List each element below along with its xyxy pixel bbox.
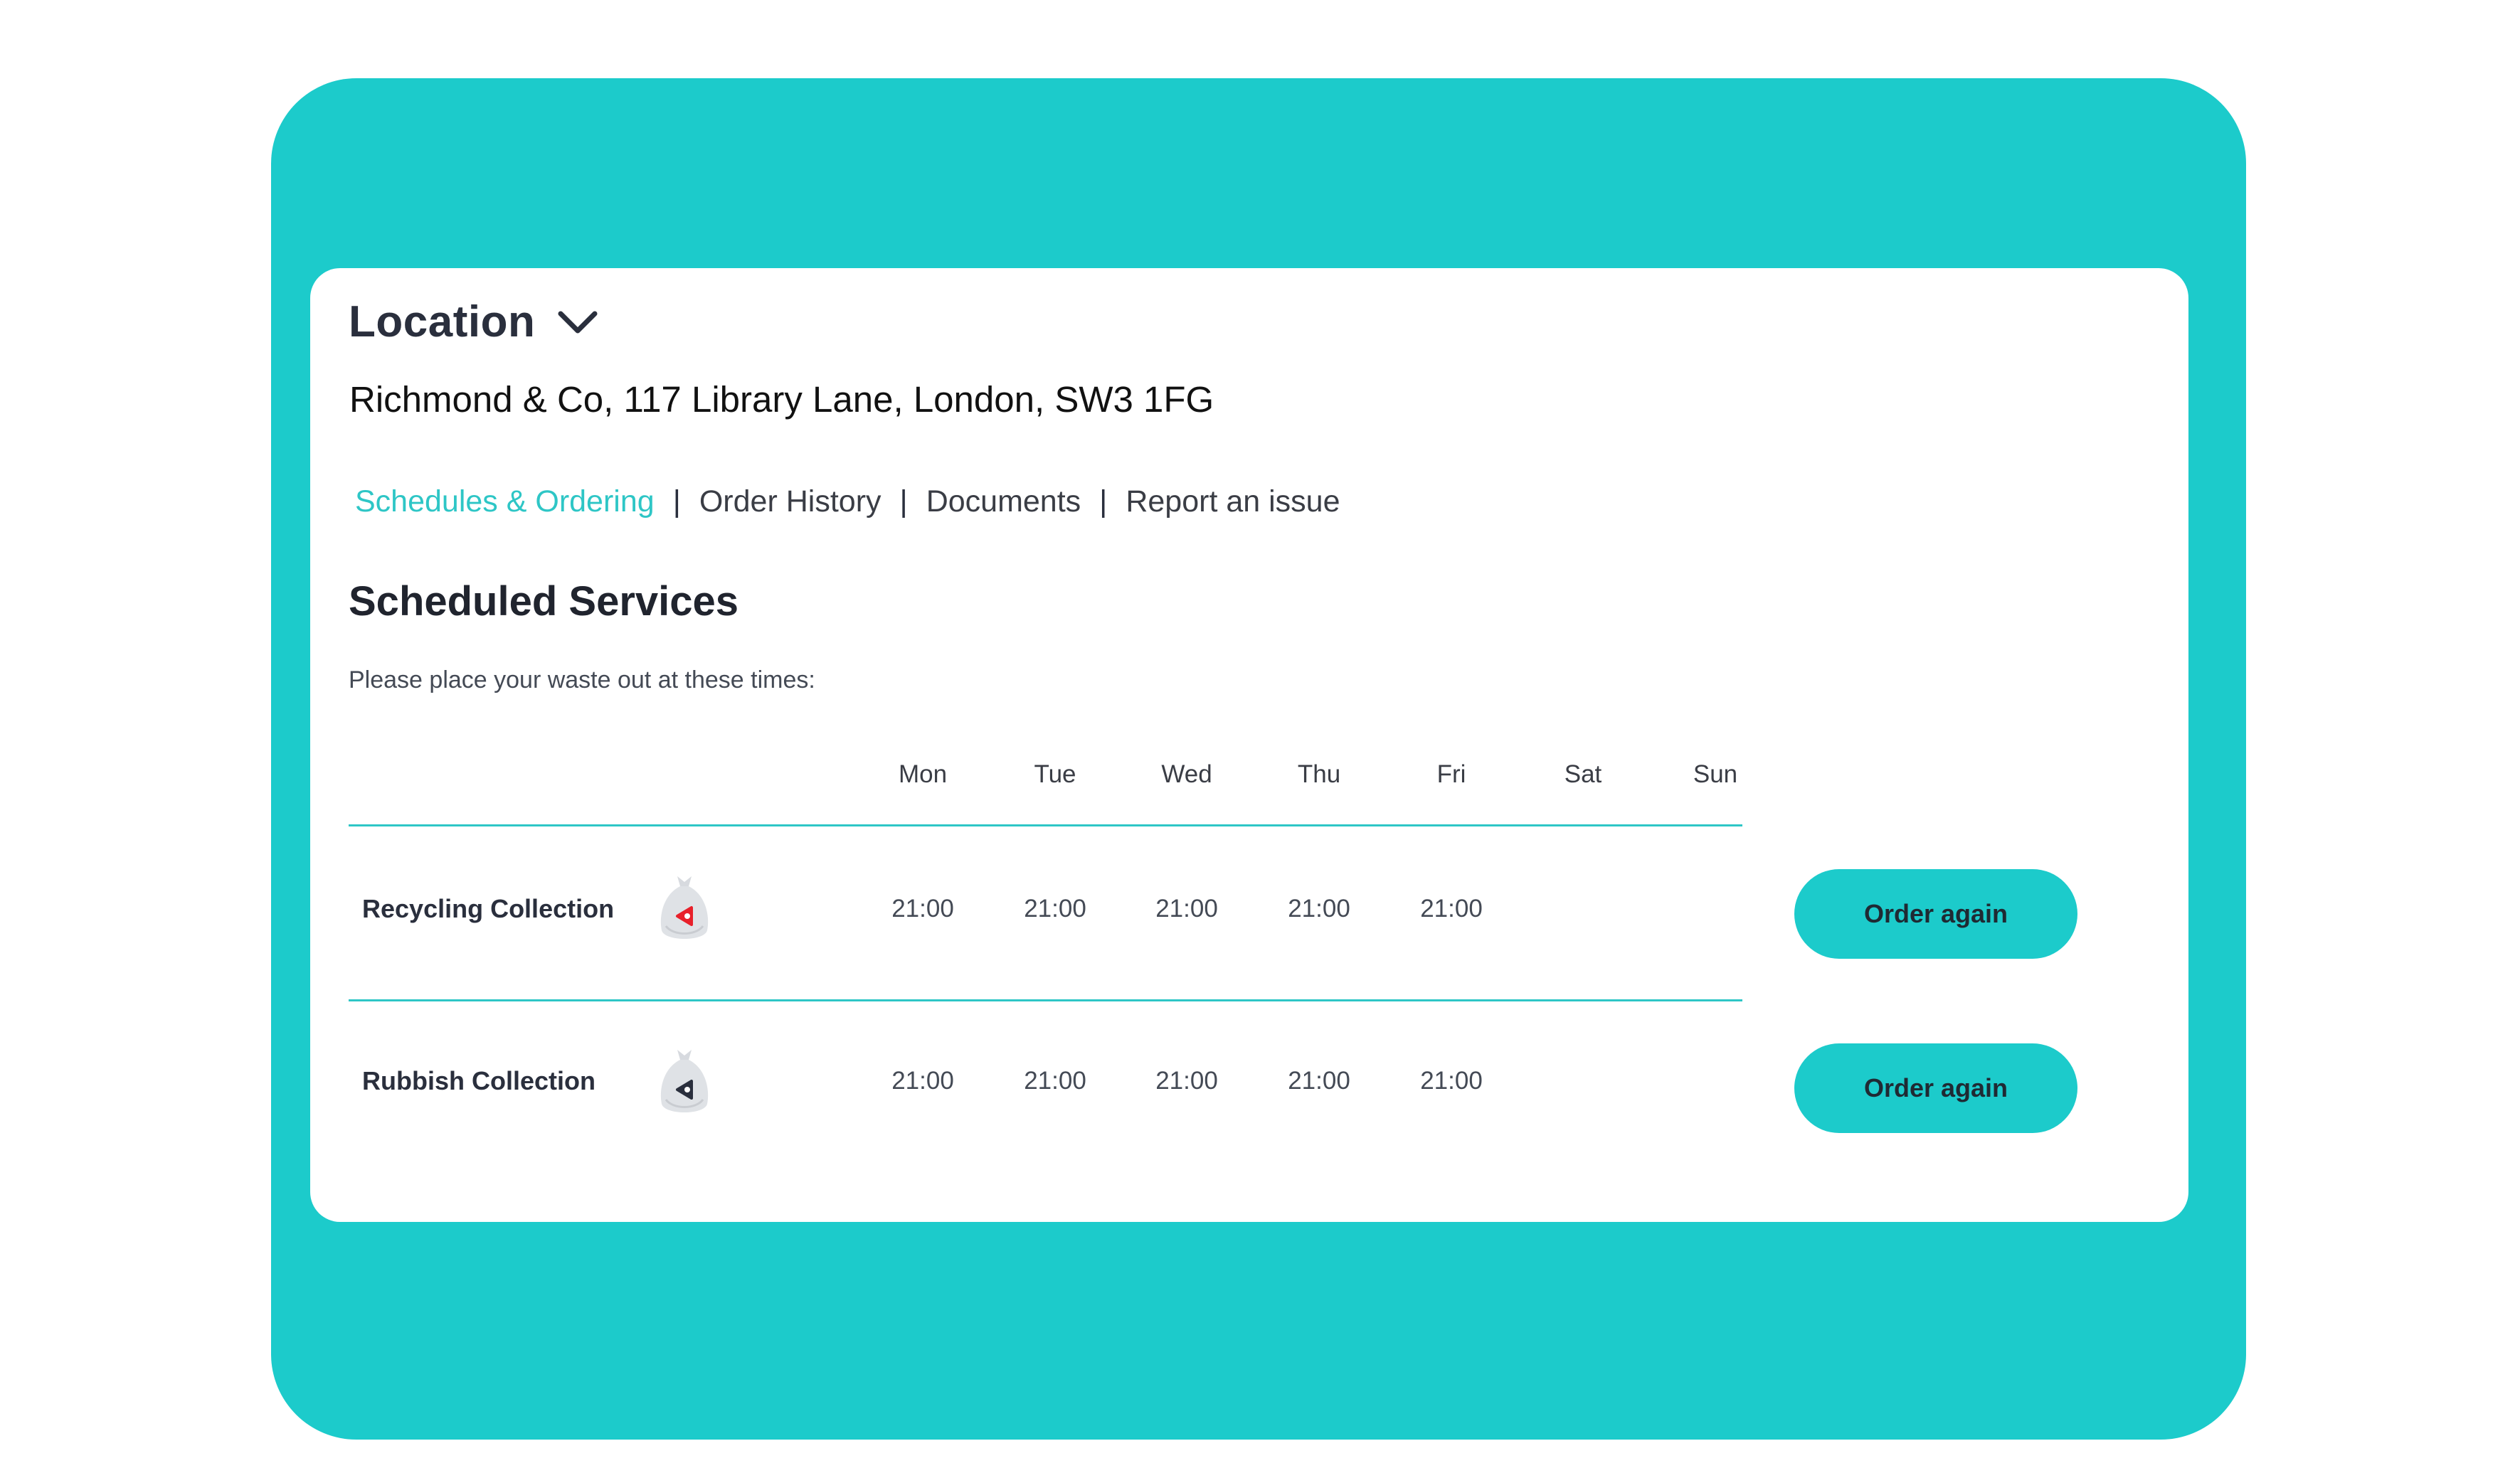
tab-separator: | — [672, 484, 681, 519]
day-header-sat: Sat — [1564, 760, 1602, 788]
time-thu: 21:00 — [1288, 895, 1350, 922]
location-address: Richmond & Co, 117 Library Lane, London,… — [349, 379, 1214, 420]
section-subtitle: Please place your waste out at these tim… — [349, 666, 815, 693]
tab-separator: | — [899, 484, 908, 519]
time-mon: 21:00 — [891, 1067, 954, 1095]
order-again-button[interactable]: Order again — [1794, 869, 2077, 959]
table-divider — [349, 824, 1742, 826]
time-tue: 21:00 — [1024, 895, 1086, 922]
tab-schedules-ordering[interactable]: Schedules & Ordering — [355, 484, 655, 519]
time-wed: 21:00 — [1155, 895, 1218, 922]
service-name: Rubbish Collection — [362, 1066, 595, 1095]
chevron-down-icon[interactable] — [556, 308, 599, 336]
day-header-sun: Sun — [1693, 760, 1738, 788]
time-thu: 21:00 — [1288, 1067, 1350, 1095]
day-header-thu: Thu — [1297, 760, 1341, 788]
tab-separator: | — [1099, 484, 1108, 519]
location-title: Location — [349, 297, 536, 346]
table-divider — [349, 999, 1742, 1001]
section-title: Scheduled Services — [349, 578, 739, 624]
tab-navigation: Schedules & Ordering | Order History | D… — [355, 484, 1340, 519]
time-tue: 21:00 — [1024, 1067, 1086, 1095]
time-mon: 21:00 — [891, 895, 954, 922]
time-wed: 21:00 — [1155, 1067, 1218, 1095]
day-header-mon: Mon — [898, 760, 948, 788]
location-card: Location Richmond & Co, 117 Library Lane… — [310, 268, 2188, 1222]
rubbish-bag-icon — [660, 1050, 709, 1112]
recycling-bag-icon — [660, 876, 709, 939]
location-selector[interactable]: Location — [349, 297, 599, 347]
day-header-fri: Fri — [1436, 760, 1466, 788]
day-header-wed: Wed — [1161, 760, 1212, 788]
tab-report-issue[interactable]: Report an issue — [1126, 484, 1340, 519]
order-again-button[interactable]: Order again — [1794, 1043, 2077, 1133]
tab-documents[interactable]: Documents — [926, 484, 1081, 519]
tab-order-history[interactable]: Order History — [699, 484, 882, 519]
time-fri: 21:00 — [1420, 1067, 1483, 1095]
time-fri: 21:00 — [1420, 895, 1483, 922]
day-header-tue: Tue — [1034, 760, 1076, 788]
service-name: Recycling Collection — [362, 894, 615, 923]
